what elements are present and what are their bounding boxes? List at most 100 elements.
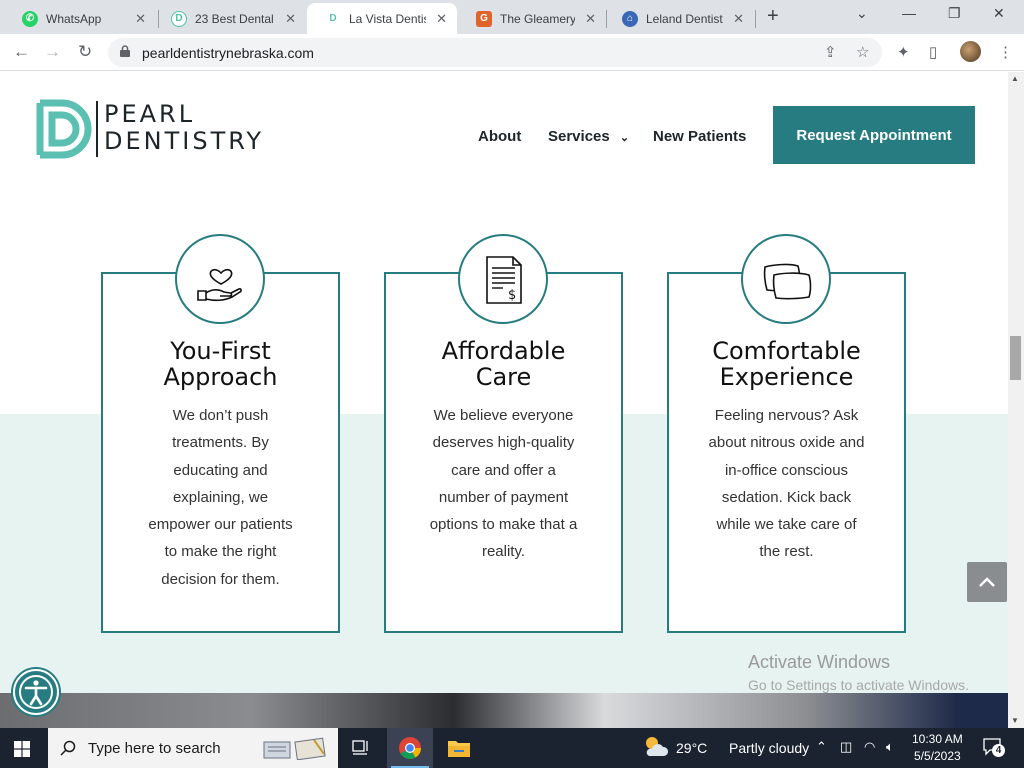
activate-windows-title: Activate Windows <box>748 652 891 672</box>
tab-title: WhatsApp <box>46 11 102 26</box>
bookmark-star-icon[interactable]: ☆ <box>856 43 869 61</box>
close-icon[interactable]: ✕ <box>733 11 744 27</box>
new-tab-plus-icon[interactable]: + <box>767 5 779 28</box>
restore-icon[interactable]: ❐ <box>948 5 961 22</box>
tab-la-vista-dentist[interactable]: D La Vista Dentist ✕ <box>307 3 457 34</box>
volume-icon[interactable]: 🔈︎ <box>886 739 894 755</box>
notification-center-button[interactable]: 4 <box>983 738 1005 757</box>
search-icon <box>60 740 76 756</box>
tab-title: La Vista Dentist <box>349 11 427 26</box>
card-title-line1: Comfortable <box>712 337 861 365</box>
close-icon[interactable]: ✕ <box>285 11 296 27</box>
card-body: Feeling nervous? Ask about nitrous oxide… <box>708 407 865 561</box>
back-arrow-icon[interactable]: ← <box>13 42 30 62</box>
notification-count-badge: 4 <box>992 744 1005 757</box>
icon-badge <box>741 234 831 324</box>
leland-favicon-icon: ⌂ <box>622 10 638 27</box>
page-viewport: PEARL DENTISTRY About Services ⌄ New Pat… <box>0 72 1008 728</box>
request-appointment-button[interactable]: Request Appointment <box>773 106 975 164</box>
pearl-logo-mark-icon <box>36 99 92 159</box>
logo-divider <box>96 101 98 157</box>
whatsapp-favicon-icon: ✆ <box>22 10 38 27</box>
chrome-icon <box>399 737 421 759</box>
close-window-icon[interactable]: ✕ <box>993 5 1005 22</box>
tab-title: Leland Dentist | <box>646 11 724 26</box>
tray-chevron-up-icon[interactable]: ⌃ <box>816 739 827 755</box>
nav-new-patients[interactable]: New Patients <box>653 128 746 145</box>
windows-taskbar: Type here to search 29°C Partly cloudy ⌃… <box>0 728 1024 768</box>
windows-start-icon[interactable] <box>14 741 30 757</box>
pearl-dentistry-logo[interactable]: PEARL DENTISTRY <box>36 99 286 159</box>
taskbar-file-explorer[interactable] <box>436 728 482 768</box>
menu-kebab-icon[interactable]: ⋮ <box>998 43 1013 61</box>
card-title-line2: Care <box>475 363 532 391</box>
address-bar[interactable]: pearldentistrynebraska.com ⇪ ☆ <box>108 38 882 67</box>
taskbar-search-box[interactable]: Type here to search <box>48 728 338 768</box>
card-body: We don’t push treatments. By educating a… <box>148 407 293 588</box>
svg-text:$: $ <box>508 288 516 303</box>
close-icon[interactable]: ✕ <box>135 11 146 27</box>
system-clock[interactable]: 10:30 AM 5/5/2023 <box>912 731 963 765</box>
extensions-puzzle-icon[interactable]: ✦ <box>897 43 910 61</box>
profile-avatar[interactable] <box>960 41 981 62</box>
feature-card-affordable: $ Affordable Care We believe everyone de… <box>384 234 623 633</box>
chevron-up-icon <box>979 577 995 587</box>
scroll-down-arrow-icon[interactable]: ▼ <box>1011 716 1019 725</box>
reload-icon[interactable]: ↻ <box>78 42 92 62</box>
pillows-icon <box>763 263 812 300</box>
side-panel-icon[interactable]: ▯ <box>929 43 937 61</box>
logo-word-dentistry: DENTISTRY <box>104 127 265 155</box>
nav-services-label: Services <box>548 128 610 145</box>
meet-now-icon[interactable]: ◫ <box>840 739 852 755</box>
taskbar-chrome[interactable] <box>387 728 433 768</box>
chevron-down-icon: ⌄ <box>619 132 630 144</box>
tab-the-gleamery[interactable]: G The Gleamery | ✕ <box>458 3 606 34</box>
heart-hand-icon <box>197 268 242 302</box>
card-title-line1: Affordable <box>441 337 566 365</box>
tab-search-chevron-icon[interactable]: ⌄ <box>856 5 868 22</box>
tab-23-best-dental[interactable]: D 23 Best Dental W ✕ <box>153 3 306 34</box>
card-title: Comfortable Experience <box>669 338 904 390</box>
card-title-line2: Approach <box>163 363 278 391</box>
accessibility-person-icon <box>19 675 53 709</box>
clock-time: 10:30 AM <box>912 732 963 746</box>
task-view-button[interactable] <box>338 728 384 768</box>
pearl-favicon-icon: D <box>325 10 341 27</box>
forward-arrow-icon[interactable]: → <box>44 42 61 62</box>
tab-separator <box>755 10 756 28</box>
tab-leland-dentist[interactable]: ⌂ Leland Dentist | ✕ <box>604 3 754 34</box>
card-title: Affordable Care <box>386 338 621 390</box>
card-title: You-First Approach <box>103 338 338 390</box>
weather-condition: Partly cloudy <box>729 740 810 756</box>
gleamery-favicon-icon: G <box>476 10 492 27</box>
activate-windows-subtitle: Go to Settings to activate Windows. <box>748 677 969 693</box>
partly-cloudy-icon <box>646 737 668 756</box>
url-text: pearldentistrynebraska.com <box>142 45 314 61</box>
tab-title: The Gleamery | <box>500 11 576 26</box>
feature-card-you-first: You-First Approach We don’t push treatme… <box>101 234 340 633</box>
accessibility-button[interactable] <box>13 669 59 715</box>
lock-icon <box>120 45 130 57</box>
scroll-to-top-button[interactable] <box>967 562 1007 602</box>
card-body: We believe everyone deserves high-qualit… <box>429 407 578 561</box>
tab-title: 23 Best Dental W <box>195 11 275 26</box>
icon-badge: $ <box>458 234 548 324</box>
scroll-thumb[interactable] <box>1010 336 1021 380</box>
tab-whatsapp[interactable]: ✆ WhatsApp ✕ <box>4 3 156 34</box>
nav-about[interactable]: About <box>478 128 521 145</box>
close-icon[interactable]: ✕ <box>585 11 596 27</box>
wifi-icon[interactable]: ◠ <box>864 739 875 755</box>
share-icon[interactable]: ⇪ <box>824 43 837 61</box>
nav-services[interactable]: Services ⌄ <box>548 128 629 145</box>
clock-date: 5/5/2023 <box>913 749 961 763</box>
scroll-up-arrow-icon[interactable]: ▲ <box>1011 74 1019 83</box>
minimize-icon[interactable]: — <box>902 5 916 21</box>
invoice-dollar-icon: $ <box>486 256 522 304</box>
office-photo <box>0 693 1008 728</box>
page-scrollbar[interactable]: ▲ ▼ <box>1008 72 1024 728</box>
dental-favicon-icon: D <box>171 10 187 27</box>
close-icon[interactable]: ✕ <box>436 11 447 27</box>
browser-toolbar: ← → ↻ pearldentistrynebraska.com ⇪ ☆ ✦ ▯… <box>0 34 1024 71</box>
feature-card-comfortable: Comfortable Experience Feeling nervous? … <box>667 234 906 633</box>
search-placeholder: Type here to search <box>88 740 221 757</box>
